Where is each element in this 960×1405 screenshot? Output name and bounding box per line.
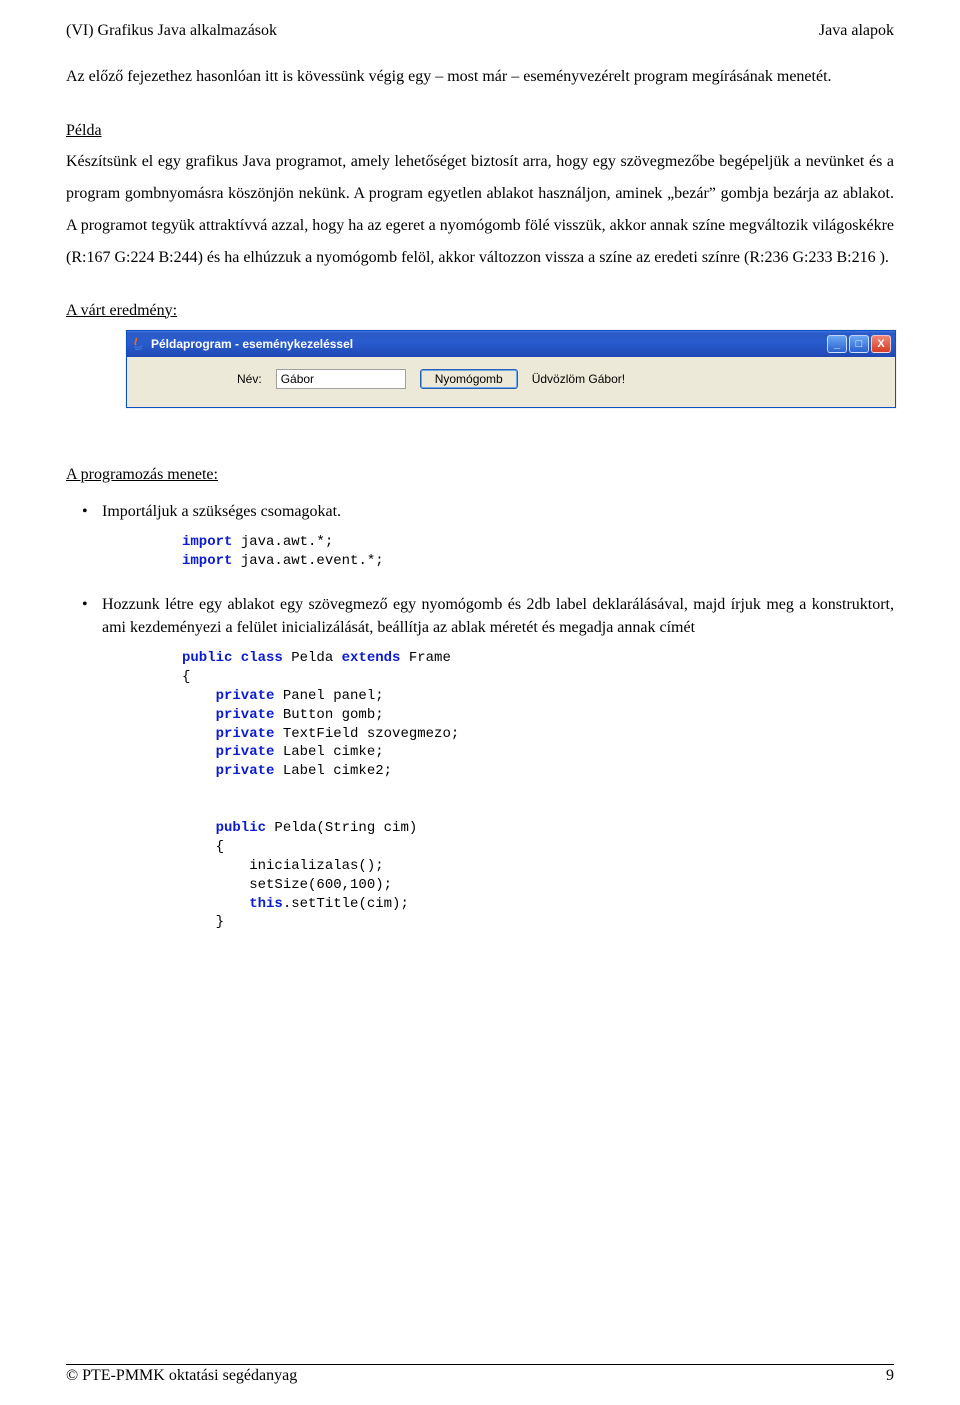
example-body: Készítsünk el egy grafikus Java programo…: [66, 146, 894, 274]
page-header: (VI) Grafikus Java alkalmazások Java ala…: [66, 22, 894, 40]
window-client-area: Név: Nyomógomb Üdvözlöm Gábor!: [127, 357, 895, 407]
name-label: Név:: [237, 372, 262, 386]
window-titlebar[interactable]: Példaprogram - eseménykezeléssel _ □ X: [127, 331, 895, 357]
footer-left: © PTE-PMMK oktatási segédanyag: [66, 1367, 297, 1385]
expected-result-heading: A várt eredmény:: [66, 302, 894, 320]
minimize-button[interactable]: _: [827, 335, 847, 353]
step-2-text: Hozzunk létre egy ablakot egy szövegmező…: [102, 593, 894, 639]
submit-button[interactable]: Nyomógomb: [420, 369, 518, 389]
page-number: 9: [886, 1367, 894, 1385]
step-item-2: Hozzunk létre egy ablakot egy szövegmező…: [102, 593, 894, 933]
page-footer: © PTE-PMMK oktatási segédanyag 9: [66, 1364, 894, 1385]
header-left: (VI) Grafikus Java alkalmazások: [66, 22, 277, 40]
maximize-button[interactable]: □: [849, 335, 869, 353]
window-title: Példaprogram - eseménykezeléssel: [151, 337, 827, 351]
greeting-label: Üdvözlöm Gábor!: [532, 372, 625, 386]
example-heading: Példa: [66, 122, 894, 140]
header-right: Java alapok: [819, 22, 894, 40]
java-icon: [131, 336, 147, 352]
step-1-text: Importáljuk a szükséges csomagokat.: [102, 500, 894, 523]
step-item-1: Importáljuk a szükséges csomagokat. impo…: [102, 500, 894, 571]
code-block-2: public class Pelda extends Frame { priva…: [182, 649, 894, 932]
name-input[interactable]: [276, 369, 406, 389]
example-window: Példaprogram - eseménykezeléssel _ □ X N…: [126, 330, 896, 408]
steps-heading: A programozás menete:: [66, 466, 894, 484]
steps-list: Importáljuk a szükséges csomagokat. impo…: [66, 500, 894, 933]
intro-paragraph: Az előző fejezethez hasonlóan itt is köv…: [66, 60, 894, 94]
code-block-1: import java.awt.*; import java.awt.event…: [182, 533, 894, 571]
close-button[interactable]: X: [871, 335, 891, 353]
